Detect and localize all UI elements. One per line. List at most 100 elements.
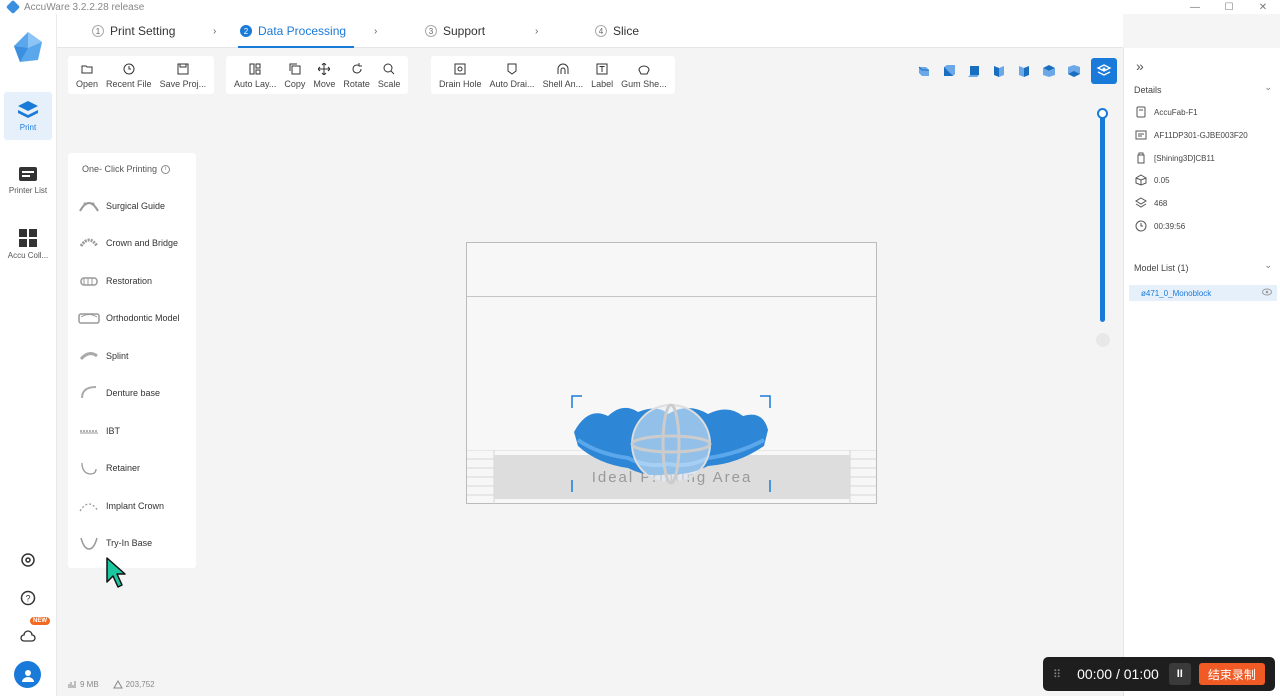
layer-slider-handle[interactable]	[1097, 108, 1108, 119]
pause-recording-button[interactable]: II	[1168, 663, 1191, 685]
one-click-title: One- Click Printing i	[82, 164, 171, 174]
shell-analysis-button[interactable]: Shell An...	[539, 56, 588, 94]
save-icon	[176, 62, 190, 76]
detail-printer: AccuFab-F1	[1135, 105, 1198, 119]
triangle-value: 203,752	[125, 680, 155, 689]
oneclick-item-implant-crown[interactable]: Implant Crown	[78, 495, 190, 517]
drag-handle-icon[interactable]: ⠿	[1053, 668, 1061, 681]
recent-file-button[interactable]: Recent File	[102, 56, 156, 94]
tool-label: Shell An...	[542, 78, 584, 89]
info-icon[interactable]: i	[161, 164, 171, 174]
oneclick-item-try-in-base[interactable]: Try-In Base	[78, 532, 190, 554]
denture-base-icon	[78, 384, 100, 402]
close-button[interactable]: ✕	[1246, 0, 1280, 14]
step-number: 2	[240, 25, 252, 37]
maximize-button[interactable]: ☐	[1212, 0, 1246, 14]
oneclick-item-splint[interactable]: Splint	[78, 345, 190, 367]
step-support[interactable]: 3 Support	[425, 14, 485, 48]
oneclick-item-retainer[interactable]: Retainer	[78, 457, 190, 479]
model-list-chevron-icon[interactable]: ⌄	[1264, 260, 1272, 271]
settings-icon[interactable]	[18, 550, 38, 570]
oneclick-label: Surgical Guide	[106, 201, 166, 211]
orthodontic-model-icon	[78, 309, 100, 327]
auto-drain-icon	[505, 62, 519, 76]
cloud-icon[interactable]	[18, 626, 38, 646]
oneclick-item-orthodontic-model[interactable]: Orthodontic Model	[78, 307, 190, 329]
dental-model[interactable]	[568, 394, 774, 494]
detail-layers: 468	[1135, 196, 1167, 210]
rail-label-printer-list: Printer List	[8, 186, 48, 195]
detail-print-time: 00:39:56	[1135, 219, 1185, 233]
view-platform-button[interactable]	[1091, 58, 1117, 84]
tool-label: Save Proj...	[159, 78, 207, 89]
layer-slider-track[interactable]	[1100, 112, 1105, 322]
label-button[interactable]: Label	[587, 56, 617, 94]
oneclick-item-denture-base[interactable]: Denture base	[78, 382, 190, 404]
cube-front-icon	[944, 65, 955, 76]
printer-icon	[1135, 106, 1147, 118]
splint-icon	[78, 347, 100, 365]
details-chevron-icon[interactable]: ⌄	[1264, 82, 1272, 93]
oneclick-item-restoration[interactable]: Restoration	[78, 270, 190, 292]
gum-shell-button[interactable]: Gum She...	[617, 56, 671, 94]
auto-layout-icon	[248, 62, 262, 76]
oneclick-item-crown-and-bridge[interactable]: Crown and Bridge	[78, 232, 190, 254]
rail-item-accu-collection[interactable]: Accu Coll...	[4, 220, 52, 268]
time-icon	[1135, 220, 1147, 232]
minimize-button[interactable]: —	[1178, 0, 1212, 14]
view-iso-button[interactable]	[912, 60, 936, 82]
view-front-button[interactable]	[937, 60, 961, 82]
detail-text: [Shining3D]CB11	[1154, 153, 1215, 163]
ibt-icon	[78, 422, 100, 440]
rail-item-printer-list[interactable]: Printer List	[4, 156, 52, 204]
rotate-button[interactable]: Rotate	[339, 56, 374, 94]
save-project-button[interactable]: Save Proj...	[156, 56, 211, 94]
view-top-button[interactable]	[1037, 60, 1061, 82]
stop-recording-button[interactable]: 结束录制	[1198, 663, 1265, 685]
rail-item-print[interactable]: Print	[4, 92, 52, 140]
view-buttons	[912, 58, 1118, 84]
auto-drain-button[interactable]: Auto Drai...	[486, 56, 539, 94]
shell-icon	[556, 62, 570, 76]
auto-layout-button[interactable]: Auto Lay...	[230, 56, 280, 94]
step-label: Support	[443, 24, 486, 38]
scale-button[interactable]: Scale	[374, 56, 405, 94]
model-list-title: Model List (1)	[1134, 263, 1189, 273]
move-button[interactable]: Move	[309, 56, 339, 94]
layer-slider-bottom-handle[interactable]	[1096, 333, 1110, 347]
oneclick-item-surgical-guide[interactable]: Surgical Guide	[78, 195, 190, 217]
oneclick-label: Retainer	[106, 463, 141, 473]
printer-list-icon	[19, 167, 37, 181]
rail-label-print: Print	[19, 123, 37, 132]
step-label: Print Setting	[110, 24, 176, 38]
drain-hole-button[interactable]: Drain Hole	[435, 56, 486, 94]
copy-button[interactable]: Copy	[280, 56, 309, 94]
open-button[interactable]: Open	[72, 56, 102, 94]
view-left-button[interactable]	[987, 60, 1011, 82]
folder-icon	[80, 62, 94, 76]
tool-label: Recent File	[106, 78, 152, 89]
view-bottom-button[interactable]	[1062, 60, 1086, 82]
tool-label: Rotate	[343, 78, 370, 89]
plate-boundary-line	[467, 296, 876, 297]
model-list-item[interactable]: ø471_0_Monoblock	[1129, 285, 1277, 301]
eye-icon[interactable]	[1262, 288, 1272, 296]
platform-view-icon	[1096, 64, 1112, 76]
step-slice[interactable]: 4 Slice	[595, 14, 639, 48]
view-back-button[interactable]	[962, 60, 986, 82]
view-right-button[interactable]	[1012, 60, 1036, 82]
status-bar: 9 MB 203,752	[68, 680, 169, 689]
help-icon[interactable]: ?	[18, 588, 38, 608]
cube-right-icon	[1019, 66, 1029, 77]
right-panel: » Details ⌄ AccuFab-F1 AF11DP301-GJBE003…	[1123, 48, 1280, 696]
step-print-setting[interactable]: 1 Print Setting	[92, 14, 175, 48]
step-data-processing[interactable]: 2 Data Processing	[237, 14, 355, 48]
left-rail: Print Printer List Accu Coll... ? NEW	[0, 14, 57, 696]
collapse-panel-button[interactable]: »	[1136, 58, 1144, 74]
oneclick-item-ibt[interactable]: IBT	[78, 420, 190, 442]
user-avatar[interactable]	[14, 661, 41, 688]
tool-label: Auto Lay...	[234, 78, 277, 89]
detail-resin: [Shining3D]CB11	[1135, 151, 1215, 165]
window-title: AccuWare 3.2.2.28 release	[24, 1, 145, 13]
layer-thickness-icon	[1135, 174, 1147, 186]
